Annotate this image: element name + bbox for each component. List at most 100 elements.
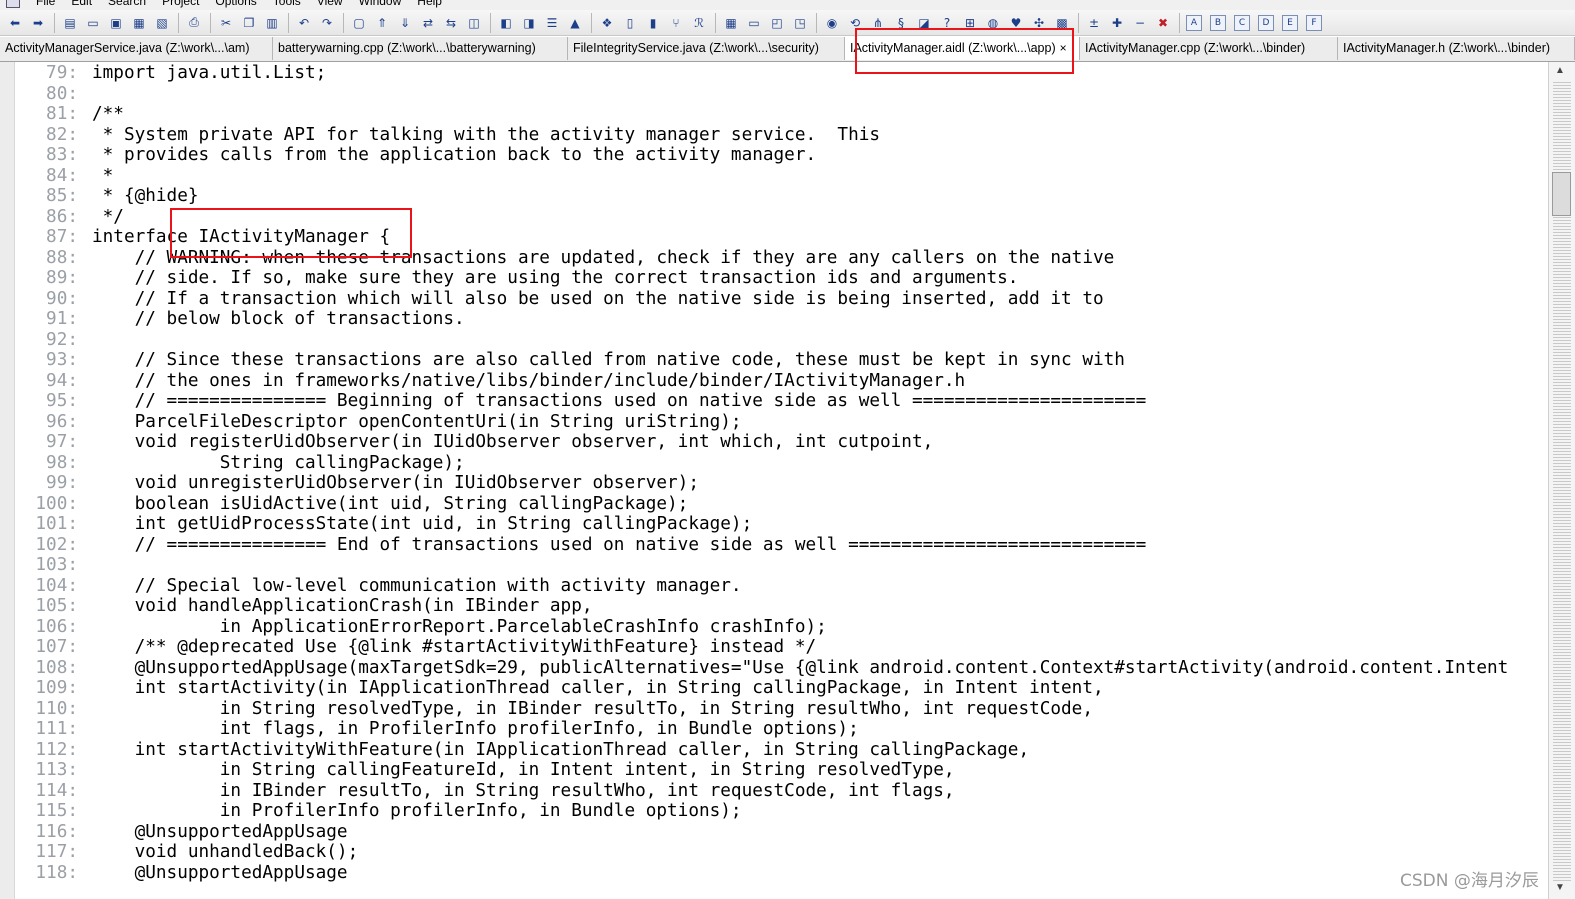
tab-file[interactable]: IActivityManager.h (Z:\work\...\binder) xyxy=(1338,37,1575,60)
code-line[interactable]: 95: // =============== Beginning of tran… xyxy=(0,391,1548,412)
menu-options[interactable]: Options xyxy=(207,0,264,8)
list-icon[interactable]: ☰ xyxy=(543,14,561,32)
delete-icon[interactable]: ✖ xyxy=(1154,14,1172,32)
menu-edit[interactable]: Edit xyxy=(63,0,100,8)
increase-icon[interactable]: ± xyxy=(1085,14,1103,32)
window-icon[interactable]: ▯ xyxy=(621,14,639,32)
print-icon[interactable]: ⎙ xyxy=(185,14,203,32)
forward-arrow-icon[interactable]: ➡ xyxy=(29,14,47,32)
open-folder-icon[interactable]: ▭ xyxy=(84,14,102,32)
code-line[interactable]: 101: int getUidProcessState(int uid, in … xyxy=(0,514,1548,535)
tile-icon[interactable]: ◳ xyxy=(791,14,809,32)
code-line[interactable]: 82: * System private API for talking wit… xyxy=(0,125,1548,146)
replace-icon[interactable]: ⇄ xyxy=(419,14,437,32)
code-line[interactable]: 80: xyxy=(0,84,1548,105)
code-line[interactable]: 97: void registerUidObserver(in IUidObse… xyxy=(0,432,1548,453)
find-icon[interactable]: ▢ xyxy=(350,14,368,32)
macro-f-icon[interactable]: F xyxy=(1306,14,1322,31)
help-icon[interactable]: ? xyxy=(938,14,956,32)
code-line[interactable]: 91: // below block of transactions. xyxy=(0,309,1548,330)
code-line[interactable]: 88: // WARNING: when these transactions … xyxy=(0,248,1548,269)
jump-down-icon[interactable]: ⇓ xyxy=(396,14,414,32)
jump-up-icon[interactable]: ⇑ xyxy=(373,14,391,32)
code-line[interactable]: 92: xyxy=(0,330,1548,351)
back-arrow-icon[interactable]: ⬅ xyxy=(6,14,24,32)
code-line[interactable]: 81: /** xyxy=(0,104,1548,125)
bookmark-prev-icon[interactable]: ◧ xyxy=(497,14,515,32)
code-line[interactable]: 106: in ApplicationErrorReport.Parcelabl… xyxy=(0,617,1548,638)
paste-icon[interactable]: ▥ xyxy=(263,14,281,32)
code-line[interactable]: 117: void unhandledBack(); xyxy=(0,842,1548,863)
code-line[interactable]: 93: // Since these transactions are also… xyxy=(0,350,1548,371)
sync-icon[interactable]: ⟲ xyxy=(846,14,864,32)
scroll-up-icon[interactable]: ▲ xyxy=(1555,65,1565,76)
tab-close-icon[interactable]: × xyxy=(1060,41,1067,55)
code-line[interactable]: 87: interface IActivityManager { xyxy=(0,227,1548,248)
code-line[interactable]: 108: @UnsupportedAppUsage(maxTargetSdk=2… xyxy=(0,658,1548,679)
code-line[interactable]: 102: // =============== End of transacti… xyxy=(0,535,1548,556)
bird-icon[interactable]: ♥ xyxy=(1007,14,1025,32)
code-line[interactable]: 105: void handleApplicationCrash(in IBin… xyxy=(0,596,1548,617)
code-line[interactable]: 84: * xyxy=(0,166,1548,187)
code-line[interactable]: 85: * {@hide} xyxy=(0,186,1548,207)
bookmark-next-icon[interactable]: ◨ xyxy=(520,14,538,32)
code-line[interactable]: 115: in ProfilerInfo profilerInfo, in Bu… xyxy=(0,801,1548,822)
save-icon[interactable]: ▣ xyxy=(107,14,125,32)
remove-line-icon[interactable]: − xyxy=(1131,14,1149,32)
cut-icon[interactable]: ✂ xyxy=(217,14,235,32)
code-line[interactable]: 98: String callingPackage); xyxy=(0,453,1548,474)
undo-icon[interactable]: ↶ xyxy=(295,14,313,32)
code-line[interactable]: 107: /** @deprecated Use {@link #startAc… xyxy=(0,637,1548,658)
project-icon[interactable]: ◉ xyxy=(823,14,841,32)
script-icon[interactable]: § xyxy=(892,14,910,32)
code-line[interactable]: 86: */ xyxy=(0,207,1548,228)
code-line[interactable]: 114: in IBinder resultTo, in String resu… xyxy=(0,781,1548,802)
code-line[interactable]: 111: int flags, in ProfilerInfo profiler… xyxy=(0,719,1548,740)
code-line[interactable]: 89: // side. If so, make sure they are u… xyxy=(0,268,1548,289)
split-icon[interactable]: ◰ xyxy=(768,14,786,32)
code-line[interactable]: 113: in String callingFeatureId, in Inte… xyxy=(0,760,1548,781)
code-line[interactable]: 100: boolean isUidActive(int uid, String… xyxy=(0,494,1548,515)
code-line[interactable]: 96: ParcelFileDescriptor openContentUri(… xyxy=(0,412,1548,433)
xy-compare-icon[interactable]: ⇆ xyxy=(442,14,460,32)
code-line[interactable]: 94: // the ones in frameworks/native/lib… xyxy=(0,371,1548,392)
table-icon[interactable]: ▩ xyxy=(1053,14,1071,32)
graph-icon[interactable]: ⊞ xyxy=(961,14,979,32)
scroll-down-icon[interactable]: ▼ xyxy=(1555,882,1565,893)
save-all-icon[interactable]: ▦ xyxy=(130,14,148,32)
menu-search[interactable]: Search xyxy=(100,0,154,8)
tab-file[interactable]: FileIntegrityService.java (Z:\work\...\s… xyxy=(568,37,845,60)
panel-icon[interactable]: ▭ xyxy=(745,14,763,32)
regex-icon[interactable]: ℛ xyxy=(690,14,708,32)
puzzle-icon[interactable]: ✣ xyxy=(1030,14,1048,32)
fork-icon[interactable]: ⑂ xyxy=(667,14,685,32)
code-editor[interactable]: 79: import java.util.List; 80: 81:/** 82: * … xyxy=(0,62,1548,899)
code-line[interactable]: 90: // If a transaction which will also … xyxy=(0,289,1548,310)
scrollbar-thumb[interactable] xyxy=(1552,172,1571,216)
code-line[interactable]: 110: in String resolvedType, in IBinder … xyxy=(0,699,1548,720)
menu-file[interactable]: File xyxy=(28,0,63,8)
macro-c-icon[interactable]: C xyxy=(1234,14,1250,31)
new-file-icon[interactable]: ▤ xyxy=(61,14,79,32)
menu-help[interactable]: Help xyxy=(409,0,450,8)
book-icon[interactable]: ▮ xyxy=(644,14,662,32)
menu-tools[interactable]: Tools xyxy=(265,0,309,8)
symbol-icon[interactable]: ❖ xyxy=(598,14,616,32)
grid-icon[interactable]: ▦ xyxy=(722,14,740,32)
tab-active-file[interactable]: IActivityManager.aidl (Z:\work\...\app) × xyxy=(845,37,1080,60)
close-file-icon[interactable]: ▧ xyxy=(153,14,171,32)
macro-e-icon[interactable]: E xyxy=(1282,14,1298,31)
add-line-icon[interactable]: ✚ xyxy=(1108,14,1126,32)
macro-d-icon[interactable]: D xyxy=(1258,14,1274,31)
menu-view[interactable]: View xyxy=(309,0,351,8)
code-line[interactable]: 118: @UnsupportedAppUsage xyxy=(0,863,1548,884)
bookmark-icon[interactable]: ▲ xyxy=(566,14,584,32)
code-line[interactable]: 83: * provides calls from the applicatio… xyxy=(0,145,1548,166)
redo-icon[interactable]: ↷ xyxy=(318,14,336,32)
tab-file[interactable]: ActivityManagerService.java (Z:\work\...… xyxy=(0,37,273,60)
code-line[interactable]: 103: xyxy=(0,555,1548,576)
menu-window[interactable]: Window xyxy=(351,0,410,8)
tab-file[interactable]: IActivityManager.cpp (Z:\work\...\binder… xyxy=(1080,37,1338,60)
browse-web-icon[interactable]: ◫ xyxy=(465,14,483,32)
copy-icon[interactable]: ❐ xyxy=(240,14,258,32)
